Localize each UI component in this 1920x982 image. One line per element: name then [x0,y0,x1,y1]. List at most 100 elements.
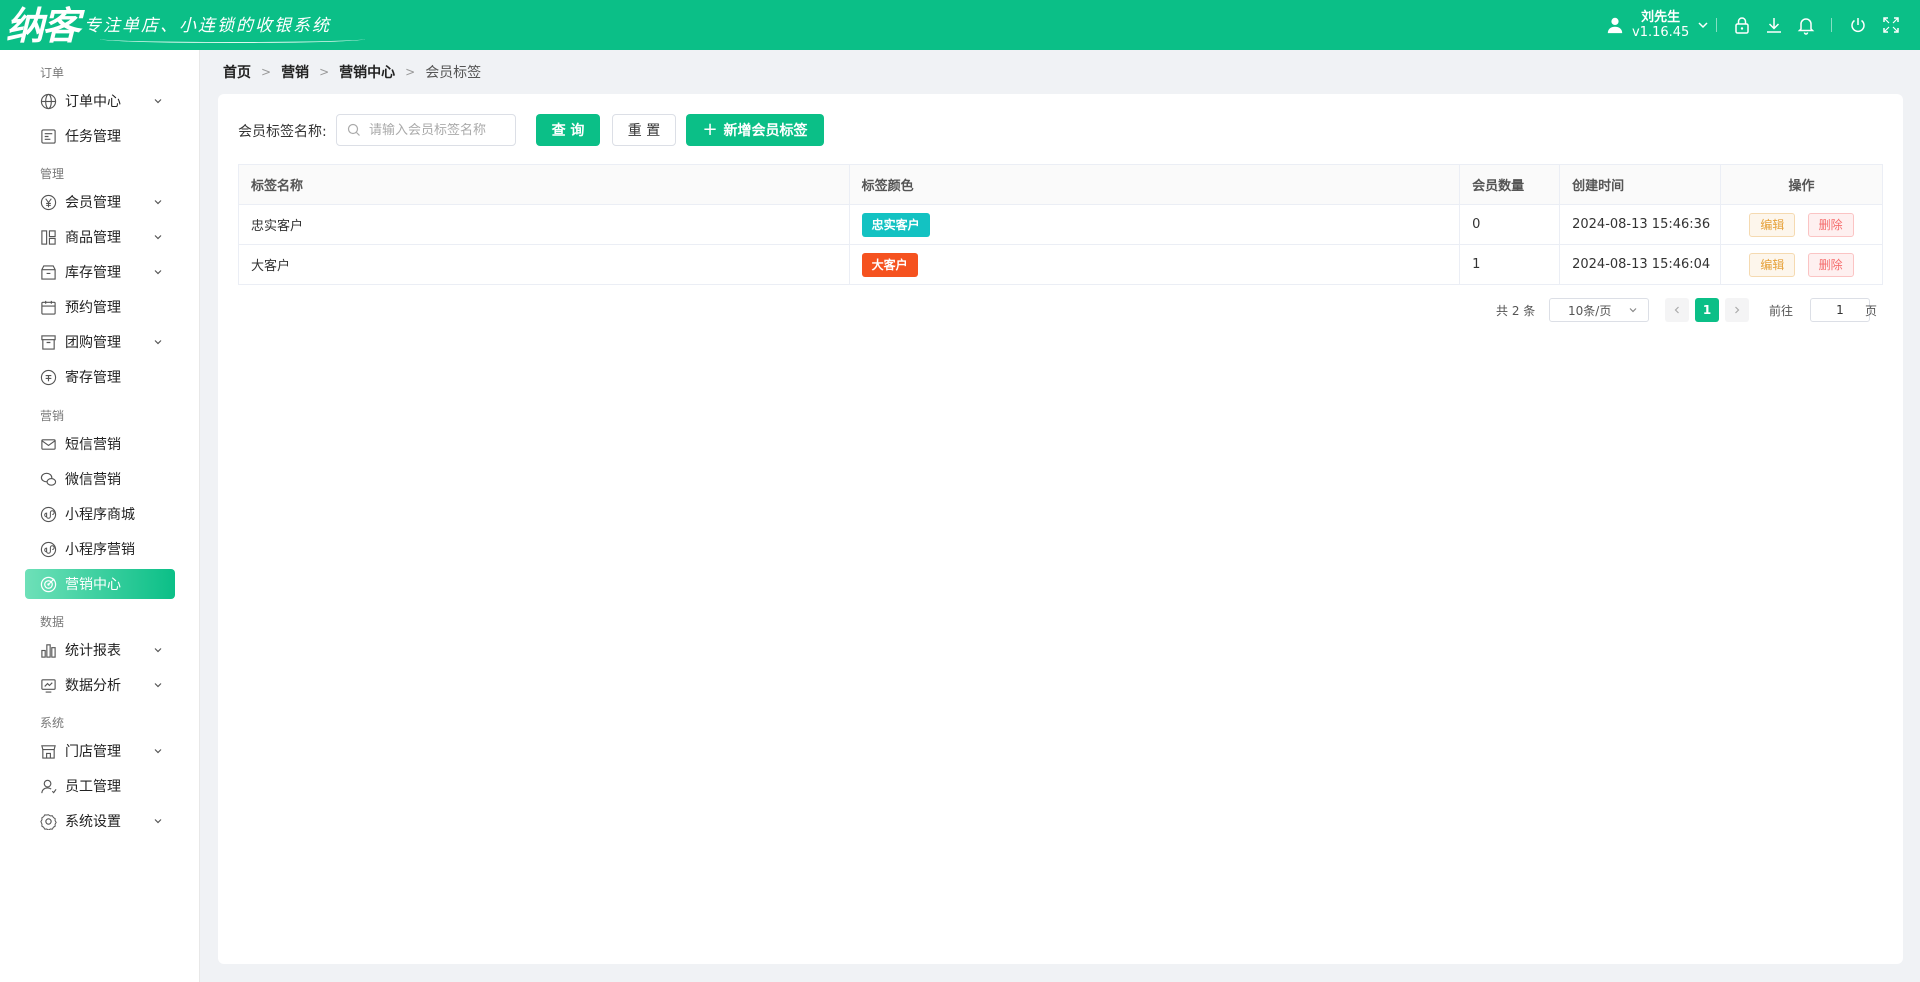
breadcrumb-marketing[interactable]: 营销 [281,62,309,82]
lock-icon[interactable] [1732,15,1752,35]
cell-actions: 编辑 删除 [1720,204,1883,245]
sidebar-item-label: 门店管理 [65,744,121,760]
column-header-tag-name: 标签名称 [238,164,850,205]
fullscreen-icon[interactable] [1881,15,1901,35]
sidebar-item-label: 短信营销 [65,437,121,453]
page-size-value: 10条/页 [1568,303,1612,318]
search-field[interactable] [336,114,516,146]
calendar-icon [41,300,56,315]
breadcrumb-current: 会员标签 [425,65,482,81]
sidebar-group-data: 数据 [40,615,65,629]
sidebar-item-label: 寄存管理 [65,370,121,386]
cell-created-time: 2024-08-13 15:46:04 [1559,244,1722,285]
inventory-icon [41,264,56,280]
page-size-select[interactable]: 10条/页 [1549,298,1649,322]
sidebar-item-deposit[interactable]: 寄存管理 [25,362,175,392]
target-icon [40,576,57,592]
query-button[interactable]: 查 询 [536,114,600,146]
tag-badge: 大客户 [861,252,918,277]
page-number-button[interactable]: 1 [1695,298,1719,322]
sidebar-item-sms[interactable]: 短信营销 [25,429,175,459]
goto-page-input[interactable]: 1 [1810,298,1870,322]
chevron-down-icon [154,340,162,345]
sidebar-item-appointment[interactable]: 预约管理 [25,292,175,322]
chevron-down-icon [154,99,162,104]
yen-icon [40,194,57,210]
breadcrumb: 首页 > 营销 > 营销中心 > 会员标签 [223,62,481,82]
breadcrumb-home[interactable]: 首页 [223,62,251,82]
sidebar-item-product[interactable]: 商品管理 [25,222,175,252]
header-divider [1831,18,1832,32]
monitor-chart-icon [41,678,56,693]
wechat-icon [40,472,57,486]
logo-swoosh [100,35,365,43]
user-icon [1607,17,1623,34]
miniprogram-icon [40,506,57,522]
sidebar-item-member[interactable]: 会员管理 [25,187,175,217]
column-header-actions: 操作 [1720,164,1883,205]
sidebar-item-task[interactable]: 任务管理 [25,121,175,151]
sidebar-item-order-center[interactable]: 订单中心 [25,86,175,116]
user-name: 刘先生 [1641,10,1681,25]
user-menu[interactable]: 刘先生 v1.16.45 [1606,9,1709,41]
chevron-down-icon [1698,22,1708,29]
sidebar-item-label: 商品管理 [65,230,121,246]
chevron-right-icon: > [319,65,330,79]
sidebar-item-analytics[interactable]: 数据分析 [25,670,175,700]
sidebar-item-mini-mall[interactable]: 小程序商城 [25,499,175,529]
column-header-tag-color: 标签颜色 [848,164,1461,205]
sidebar-item-reports[interactable]: 统计报表 [25,635,175,665]
edit-button[interactable]: 编辑 [1749,212,1796,237]
pagination-total: 共 2 条 [1496,303,1536,318]
globe-icon [40,93,57,109]
chevron-right-icon: > [261,65,272,79]
sidebar-item-mini-marketing[interactable]: 小程序营销 [25,534,175,564]
breadcrumb-marketing-center[interactable]: 营销中心 [339,62,395,82]
sidebar-item-label: 会员管理 [65,195,121,211]
sidebar-item-label: 任务管理 [65,129,121,145]
store-icon [41,744,56,759]
sidebar-item-staff[interactable]: 员工管理 [25,771,175,801]
sidebar-item-label: 小程序营销 [65,542,135,558]
sidebar-item-settings[interactable]: 系统设置 [25,806,175,836]
sidebar-group-marketing: 营销 [40,409,65,423]
app-version: v1.16.45 [1632,25,1690,40]
bell-icon[interactable] [1796,15,1816,35]
prev-page-button[interactable] [1665,298,1689,322]
mail-icon [41,438,56,450]
search-icon [347,123,360,136]
chevron-down-icon [154,270,162,275]
add-member-tag-button[interactable]: + 新增会员标签 [686,114,824,146]
column-header-created-time: 创建时间 [1559,164,1722,205]
add-member-tag-label: 新增会员标签 [723,123,808,139]
chevron-down-icon [154,200,162,205]
power-icon[interactable] [1848,15,1868,35]
sidebar-item-wechat[interactable]: 微信营销 [25,464,175,494]
sidebar-item-store[interactable]: 门店管理 [25,736,175,766]
chevron-left-icon [1674,306,1679,314]
download-icon[interactable] [1764,15,1784,35]
plus-icon: + [702,119,718,140]
gear-icon [40,813,57,830]
sidebar-item-marketing-center[interactable]: 营销中心 [25,569,175,599]
reset-button[interactable]: 重 置 [612,114,676,146]
sidebar-item-inventory[interactable]: 库存管理 [25,257,175,287]
chevron-down-icon [1629,308,1637,313]
column-header-member-count: 会员数量 [1459,164,1561,205]
edit-button[interactable]: 编辑 [1749,252,1796,277]
logo-text: 纳客 [6,3,80,48]
cell-actions: 编辑 删除 [1720,244,1883,285]
sidebar-item-label: 员工管理 [65,779,121,795]
sidebar-item-label: 库存管理 [65,265,121,281]
chevron-right-icon: > [405,65,416,79]
chevron-down-icon [154,235,162,240]
next-page-button[interactable] [1725,298,1749,322]
cell-member-count: 1 [1459,244,1561,285]
cell-created-time: 2024-08-13 15:46:36 [1559,204,1722,245]
delete-button[interactable]: 删除 [1807,212,1854,237]
deposit-icon [40,369,57,385]
delete-button[interactable]: 删除 [1807,252,1854,277]
logo-slogan: 专注单店、小连锁的收银系统 [84,16,332,36]
sidebar-item-groupbuy[interactable]: 团购管理 [25,327,175,357]
search-input[interactable] [369,122,509,138]
